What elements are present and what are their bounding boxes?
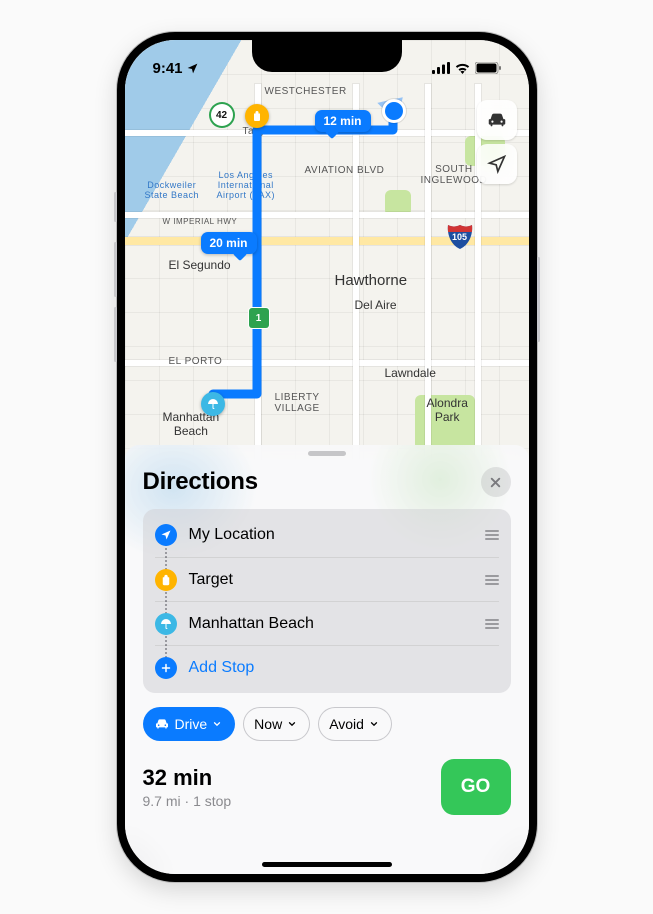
location-icon	[155, 524, 177, 546]
stops-list: My Location Target Man	[143, 509, 511, 693]
pill-label: Now	[254, 716, 282, 732]
shield-ca42: 42	[211, 104, 233, 126]
location-services-icon	[186, 62, 199, 75]
battery-icon	[475, 62, 501, 74]
location-arrow-icon	[487, 154, 507, 174]
drag-handle-icon[interactable]	[485, 575, 499, 585]
notch	[252, 40, 402, 72]
umbrella-icon	[207, 398, 219, 410]
chevron-down-icon	[369, 719, 379, 729]
status-time: 9:41	[153, 60, 183, 77]
map-view[interactable]: WESTCHESTER AVIATION BLVD SOUTH INGLEWOO…	[125, 40, 529, 460]
route-summary: 32 min 9.7 mi · 1 stop GO	[143, 759, 511, 833]
drag-handle-icon[interactable]	[485, 619, 499, 629]
map-pin-target[interactable]	[245, 104, 269, 128]
drive-mode-button[interactable]: Drive	[143, 707, 236, 741]
shield-i105: 105	[447, 224, 473, 250]
stop-row-manhattan-beach[interactable]: Manhattan Beach	[155, 601, 499, 645]
eta-chip-1[interactable]: 12 min	[315, 110, 371, 132]
shield-number: 105	[452, 232, 467, 242]
go-label: GO	[461, 776, 491, 798]
shield-ca1: 1	[249, 308, 269, 328]
go-button[interactable]: GO	[441, 759, 511, 815]
drag-handle-icon[interactable]	[485, 530, 499, 540]
bag-icon	[251, 110, 263, 122]
chevron-down-icon	[212, 719, 222, 729]
park-area	[415, 395, 475, 450]
stop-row-target[interactable]: Target	[155, 557, 499, 601]
status-right	[432, 62, 501, 74]
stop-label: Add Stop	[189, 659, 255, 677]
bag-icon	[155, 569, 177, 591]
chevron-down-icon	[287, 719, 297, 729]
directions-sheet[interactable]: Directions My Location	[125, 445, 529, 874]
recenter-button[interactable]	[477, 144, 517, 184]
car-icon	[154, 716, 170, 732]
stop-label: Target	[189, 571, 233, 589]
close-button[interactable]	[481, 467, 511, 497]
cellular-icon	[432, 62, 450, 74]
umbrella-icon	[155, 613, 177, 635]
pill-label: Avoid	[329, 716, 364, 732]
wifi-icon	[454, 62, 471, 74]
plus-icon	[155, 657, 177, 679]
stop-label: Manhattan Beach	[189, 615, 314, 633]
stop-row-my-location[interactable]: My Location	[155, 513, 499, 557]
car-icon	[486, 109, 508, 131]
status-time-area: 9:41	[153, 60, 199, 77]
add-stop-button[interactable]: Add Stop	[155, 645, 499, 689]
transport-mode-button[interactable]	[477, 100, 517, 140]
route-details: 9.7 mi · 1 stop	[143, 793, 232, 809]
pill-label: Drive	[175, 716, 208, 732]
eta-chip-2[interactable]: 20 min	[201, 232, 257, 254]
depart-time-button[interactable]: Now	[243, 707, 310, 741]
route-options: Drive Now Avoid	[143, 707, 511, 741]
screen: 9:41 WESTCHESTE	[125, 40, 529, 874]
current-location-dot	[385, 102, 403, 120]
avoid-button[interactable]: Avoid	[318, 707, 392, 741]
home-indicator[interactable]	[262, 862, 392, 867]
map-pin-beach[interactable]	[201, 392, 225, 416]
close-icon	[489, 476, 502, 489]
phone-frame: 9:41 WESTCHESTE	[117, 32, 537, 882]
stop-label: My Location	[189, 526, 275, 544]
total-eta: 32 min	[143, 765, 232, 791]
sheet-title: Directions	[143, 468, 258, 496]
